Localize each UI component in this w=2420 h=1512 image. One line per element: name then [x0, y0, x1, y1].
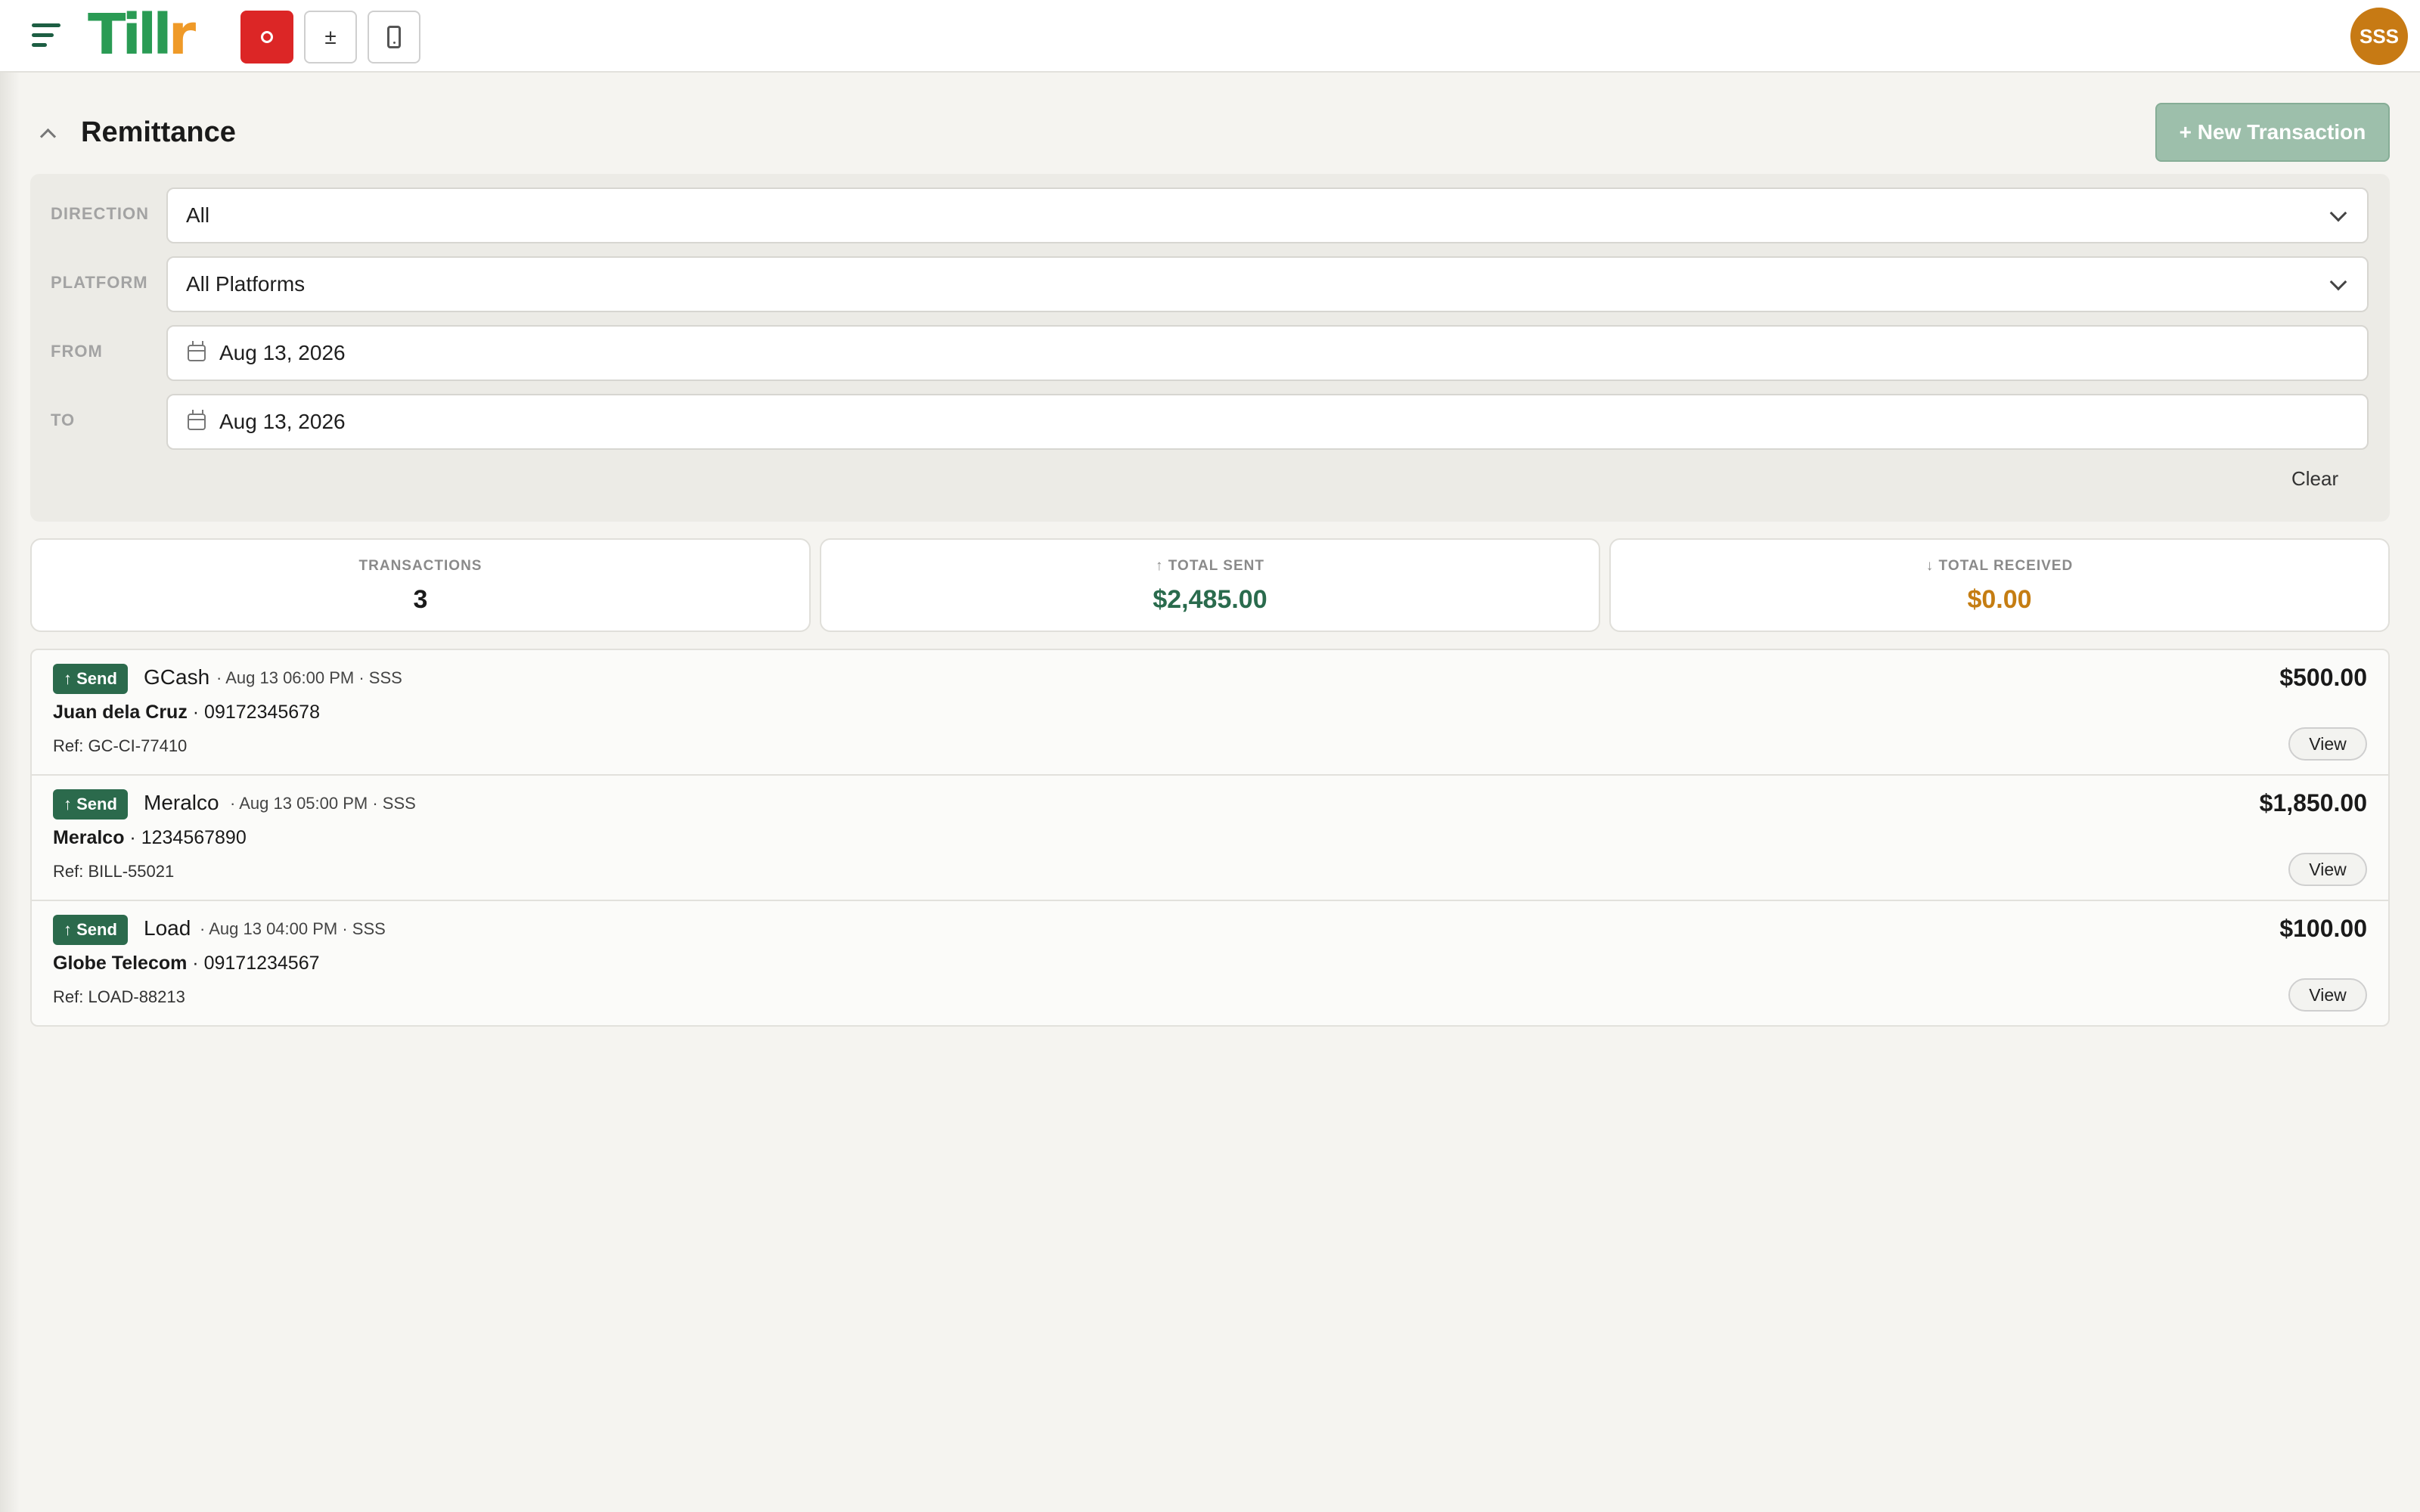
menu-icon[interactable]: [32, 21, 62, 51]
phone-icon: [387, 26, 401, 48]
avatar[interactable]: SSS: [2350, 8, 2408, 65]
plus-minus-button[interactable]: ±: [304, 11, 357, 64]
total-sent-stat-card: ↑ TOTAL SENT $2,485.00: [820, 538, 1600, 632]
transaction-meta: · Aug 13 06:00 PM · SSS: [216, 668, 402, 687]
view-button[interactable]: View: [2288, 978, 2367, 1012]
to-date-value: Aug 13, 2026: [219, 410, 346, 433]
app-logo[interactable]: Tillr: [88, 5, 196, 65]
record-icon: [261, 31, 273, 43]
total-sent-value: $2,485.00: [1153, 585, 1267, 614]
recipient-account: · 09171234567: [187, 953, 320, 974]
reference: Ref: GC-CI-77410: [53, 736, 188, 755]
total-received-stat-card: ↓ TOTAL RECEIVED $0.00: [1609, 538, 2390, 632]
platform-label: PLATFORM: [51, 273, 148, 292]
platform-value: All Platforms: [186, 272, 306, 296]
recipient: Globe Telecom · 09171234567: [53, 953, 320, 974]
recipient-name: Meralco: [53, 827, 125, 848]
record-button[interactable]: [240, 11, 293, 64]
chevron-down-icon: [2329, 273, 2347, 291]
to-date-input[interactable]: Aug 13, 2026: [166, 394, 2369, 450]
recipient-account: · 1234567890: [124, 827, 247, 848]
transactions-stat-label: TRANSACTIONS: [358, 558, 482, 574]
phone-view-button[interactable]: [368, 11, 420, 64]
recipient: Juan dela Cruz · 09172345678: [53, 702, 320, 723]
top-bar: Tillr ± SSS: [0, 0, 2420, 73]
from-label: FROM: [51, 342, 103, 361]
send-badge: ↑ Send: [53, 789, 128, 820]
transaction-row: ↑ Send GCash · Aug 13 06:00 PM · SSS Jua…: [32, 650, 2388, 776]
transaction-row: ↑ Send Load · Aug 13 04:00 PM · SSS Glob…: [32, 901, 2388, 1025]
reference: Ref: BILL-55021: [53, 862, 175, 881]
total-received-value: $0.00: [1967, 585, 2032, 614]
total-received-label: ↓ TOTAL RECEIVED: [1925, 558, 2074, 574]
amount: $500.00: [2279, 664, 2367, 691]
recipient: Meralco · 1234567890: [53, 827, 247, 849]
collapse-chevron-icon[interactable]: [39, 125, 56, 142]
platform-name: Meralco: [144, 791, 219, 814]
transactions-stat-value: 3: [413, 585, 428, 614]
recipient-account: · 09172345678: [187, 702, 320, 723]
recipient-name: Juan dela Cruz: [53, 702, 188, 723]
direction-label: DIRECTION: [51, 204, 149, 223]
view-button[interactable]: View: [2288, 727, 2367, 761]
transactions-stat-card: TRANSACTIONS 3: [30, 538, 811, 632]
view-button[interactable]: View: [2288, 853, 2367, 886]
platform-select[interactable]: All Platforms: [166, 256, 2369, 312]
calendar-icon: [188, 341, 206, 361]
chevron-down-icon: [2329, 204, 2347, 222]
send-badge: ↑ Send: [53, 664, 128, 694]
plus-minus-icon: ±: [324, 25, 337, 48]
to-label: TO: [51, 411, 76, 429]
sidebar-edge-shadow: [0, 73, 20, 1512]
total-sent-label: ↑ TOTAL SENT: [1156, 558, 1264, 574]
filter-panel: DIRECTION All PLATFORM All Platforms FRO…: [30, 174, 2390, 522]
from-date-input[interactable]: Aug 13, 2026: [166, 325, 2369, 381]
from-date-value: Aug 13, 2026: [219, 341, 346, 364]
transaction-row: ↑ Send Meralco · Aug 13 05:00 PM · SSS M…: [32, 776, 2388, 901]
direction-select[interactable]: All: [166, 187, 2369, 243]
page-title: Remittance: [81, 116, 236, 148]
send-badge: ↑ Send: [53, 915, 128, 945]
amount: $100.00: [2279, 915, 2367, 942]
new-transaction-button[interactable]: + New Transaction: [2155, 103, 2390, 162]
platform-name: GCash: [144, 665, 210, 689]
transaction-meta: · Aug 13 05:00 PM · SSS: [230, 794, 416, 813]
transaction-meta: · Aug 13 04:00 PM · SSS: [200, 919, 386, 938]
direction-value: All: [186, 203, 210, 227]
platform-name: Load: [144, 916, 191, 940]
recipient-name: Globe Telecom: [53, 953, 188, 974]
clear-filters-button[interactable]: Clear: [2291, 467, 2338, 491]
reference: Ref: LOAD-88213: [53, 987, 185, 1006]
transaction-list: ↑ Send GCash · Aug 13 06:00 PM · SSS Jua…: [30, 649, 2390, 1027]
calendar-icon: [188, 410, 206, 430]
amount: $1,850.00: [2259, 789, 2367, 816]
